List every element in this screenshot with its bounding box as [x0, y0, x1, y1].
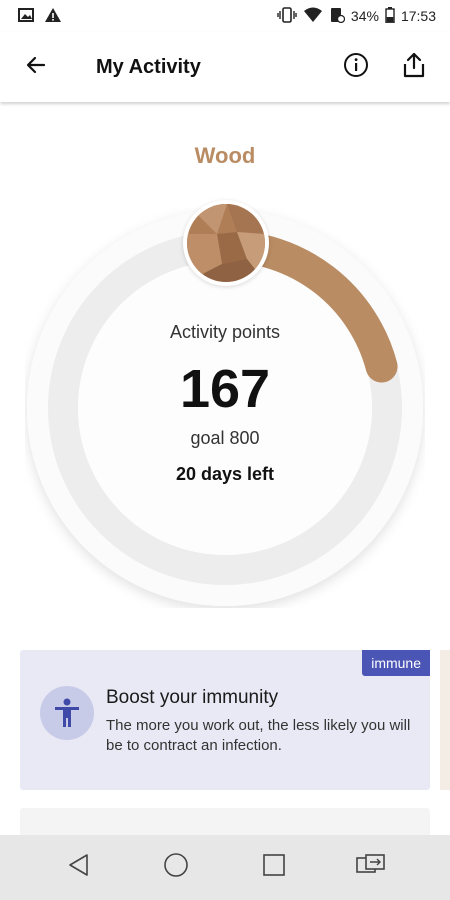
vibrate-icon — [277, 6, 297, 26]
days-left: 20 days left — [175, 464, 275, 484]
info-button[interactable] — [338, 49, 374, 85]
wood-level-badge — [183, 200, 269, 286]
activity-points-value: 167 — [179, 359, 271, 419]
back-triangle-icon — [67, 853, 91, 882]
info-icon — [343, 52, 369, 83]
app-bar: My Activity — [0, 32, 450, 102]
back-button[interactable] — [18, 49, 54, 85]
system-nav-bar — [0, 835, 450, 900]
share-icon — [402, 52, 426, 83]
status-bar: 34% 17:53 — [0, 0, 450, 32]
card-body: The more you work out, the less likely y… — [106, 717, 411, 754]
nav-back-button[interactable] — [59, 848, 99, 888]
battery-percent: 34% — [350, 8, 379, 24]
page-title: My Activity — [96, 55, 201, 78]
activity-points-label: Activity points — [169, 322, 281, 342]
nav-home-button[interactable] — [156, 848, 196, 888]
arrow-left-icon — [24, 53, 48, 82]
clock: 17:53 — [400, 8, 436, 24]
recents-square-icon — [262, 853, 286, 882]
alert-icon — [44, 7, 62, 26]
nav-recents-button[interactable] — [254, 848, 294, 888]
nav-swap-button[interactable] — [351, 848, 391, 888]
card-tag: immune — [362, 650, 430, 676]
share-button[interactable] — [396, 49, 432, 85]
gallery-icon — [18, 7, 34, 26]
level-name: Wood — [194, 143, 256, 168]
immunity-card[interactable]: immune Boost your immunity The more you … — [20, 650, 430, 790]
goal-text: goal 800 — [190, 428, 260, 448]
person-icon — [40, 686, 94, 740]
screen-swap-icon — [356, 854, 386, 881]
wifi-icon — [303, 7, 323, 26]
data-saver-icon — [329, 7, 346, 26]
next-card-edge — [440, 650, 450, 790]
card-title: Boost your immunity — [106, 687, 279, 708]
home-circle-icon — [163, 852, 189, 883]
battery-icon — [385, 6, 395, 26]
